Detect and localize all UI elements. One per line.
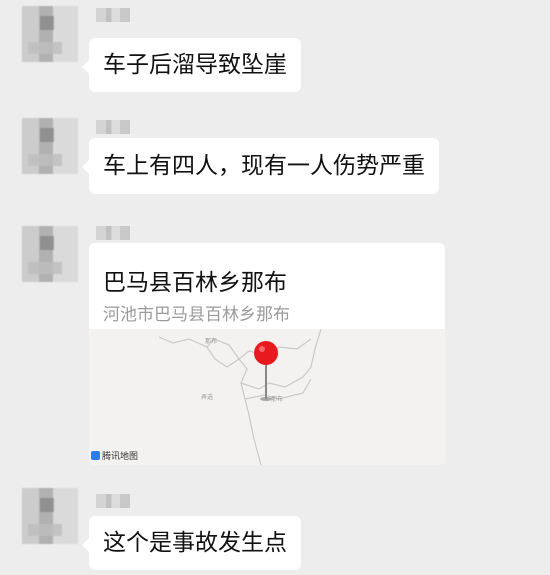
map-pin-icon xyxy=(254,341,278,401)
message-text: 车子后溜导致坠崖 xyxy=(103,51,287,78)
location-title: 巴马县百林乡那布 xyxy=(103,270,287,296)
map-provider-label: 腾讯地图 xyxy=(102,452,139,462)
sender-name xyxy=(96,8,130,22)
map-provider-logo: 腾讯地图 xyxy=(91,449,138,462)
message-bubble[interactable]: 这个是事故发生点 xyxy=(82,516,301,570)
tencent-map-icon xyxy=(91,451,100,460)
avatar[interactable] xyxy=(22,118,78,174)
message-bubble[interactable]: 车子后溜导致坠崖 xyxy=(82,38,301,92)
avatar[interactable] xyxy=(22,226,78,282)
sender-name xyxy=(96,120,130,134)
message-text: 这个是事故发生点 xyxy=(103,529,287,556)
avatar[interactable] xyxy=(22,6,78,62)
avatar[interactable] xyxy=(22,488,78,544)
sender-name xyxy=(96,226,130,240)
map-preview[interactable]: 那布 弄选 那布 腾讯地图 xyxy=(89,329,445,465)
map-label: 那布 xyxy=(205,337,217,345)
location-card[interactable]: 巴马县百林乡那布 河池市巴马县百林乡那布 那布 弄选 那布 腾讯地图 xyxy=(89,243,445,465)
map-label: 那布 xyxy=(271,395,283,403)
message-text: 车上有四人，现有一人伤势严重 xyxy=(103,152,425,179)
map-label: 弄选 xyxy=(201,393,213,401)
map-roads: 那布 弄选 那布 xyxy=(158,329,322,465)
message-bubble[interactable]: 车上有四人，现有一人伤势严重 xyxy=(82,138,439,194)
location-address: 河池市巴马县百林乡那布 xyxy=(103,305,290,325)
sender-name xyxy=(96,494,130,508)
